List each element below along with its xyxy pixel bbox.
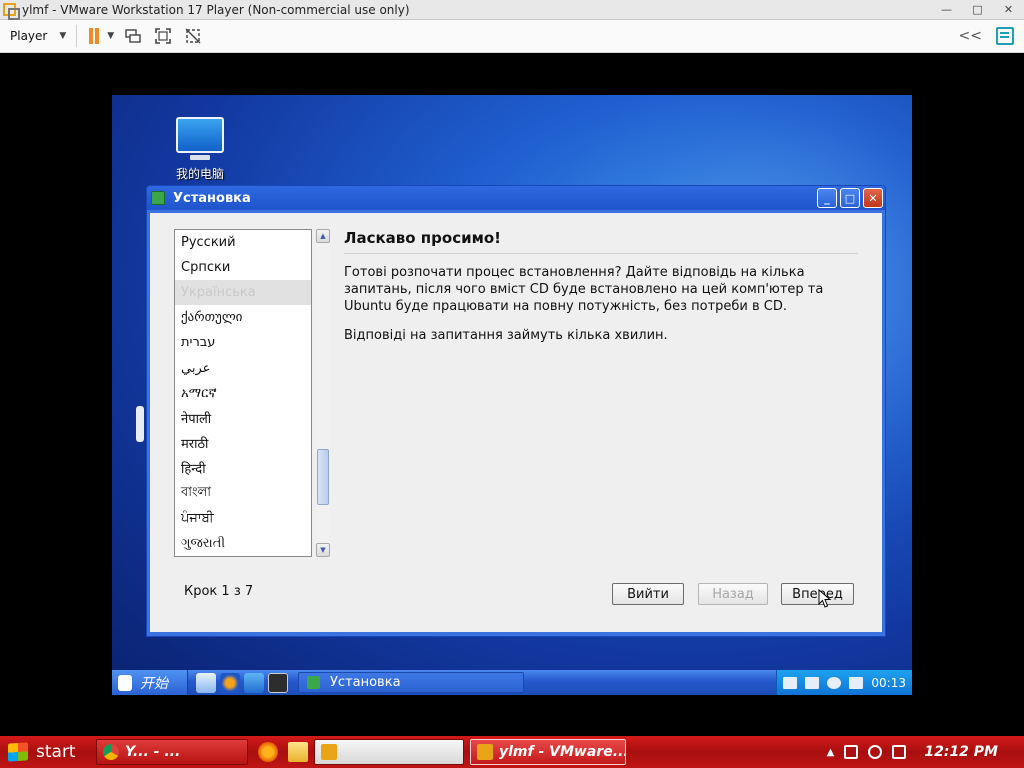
close-button[interactable]: ✕	[993, 1, 1024, 19]
fullscreen-icon[interactable]	[152, 25, 174, 47]
exit-button[interactable]: Вийти	[612, 583, 684, 605]
scroll-thumb[interactable]	[317, 449, 329, 505]
installer-close-button[interactable]: ✕	[863, 188, 883, 208]
language-list-item[interactable]: বাংলা	[175, 481, 311, 506]
welcome-text: Готові розпочати процес встановлення? Да…	[344, 265, 824, 314]
language-list-item[interactable]: ਪੰਜਾਬੀ	[175, 506, 311, 531]
unity-mode-icon[interactable]	[182, 25, 204, 47]
host-task-vmware-blurred[interactable]	[314, 739, 464, 765]
language-list[interactable]: Русский Српски Українська ქართული עברית عربي አ…	[174, 229, 312, 557]
desktop-icon-my-computer[interactable]: 我的电脑	[170, 117, 230, 182]
installer-task-icon	[307, 676, 320, 689]
language-list-item[interactable]: Українська	[175, 280, 311, 306]
power-menu-chevron-icon[interactable]: ▼	[107, 31, 114, 41]
vmware-window-title: ylmf - VMware Workstation 17 Player (Non…	[22, 2, 410, 17]
guest-start-button[interactable]: 开始	[112, 670, 188, 695]
language-list-item[interactable]: ગુજરાતી	[175, 531, 311, 556]
computer-icon	[176, 117, 224, 160]
player-menu[interactable]: Player ▼	[10, 29, 66, 43]
host-start-button[interactable]: start	[0, 736, 90, 768]
volume-icon[interactable]	[827, 676, 842, 689]
notification-icon[interactable]	[892, 745, 907, 759]
chevron-down-icon: ▼	[59, 31, 67, 41]
language-list-item[interactable]: Српски	[175, 255, 311, 280]
guest-taskbar: 开始 Установка 00:13	[112, 670, 912, 695]
language-list-item[interactable]: عربي	[175, 355, 311, 380]
network-icon[interactable]	[783, 676, 798, 689]
installer-maximize-button[interactable]: □	[840, 188, 860, 208]
host-task-vmware[interactable]: ylmf - VMware...	[470, 739, 626, 765]
vmware-active-task-icon	[477, 744, 493, 760]
network-tray-icon[interactable]	[844, 745, 859, 759]
host-system-tray: ▲ 12:12 PM	[827, 744, 998, 760]
speaker-icon[interactable]	[868, 745, 883, 759]
tray-expand-icon[interactable]: ▲	[827, 747, 835, 758]
vmware-logo-icon	[2, 2, 20, 20]
mouse-cursor-icon	[818, 589, 832, 608]
installer-title: Установка	[173, 190, 251, 206]
language-list-scrollbar[interactable]: ▲ ▼	[316, 229, 330, 557]
minimize-button[interactable]: —	[931, 1, 962, 19]
welcome-panel: Ласкаво просимо! Готові розпочати процес…	[344, 229, 858, 344]
windows-flag-icon	[8, 743, 28, 761]
guest-task-label: Установка	[330, 675, 401, 690]
pause-icon[interactable]	[87, 28, 101, 44]
mail-icon[interactable]	[849, 676, 864, 689]
language-list-item[interactable]: Русский	[175, 230, 311, 255]
host-task-vmware-label: ylmf - VMware...	[499, 744, 626, 760]
vmware-titlebar: ylmf - VMware Workstation 17 Player (Non…	[0, 0, 1024, 20]
browser-quicklaunch-icon[interactable]	[196, 672, 216, 693]
host-task-chrome[interactable]: Y... - ...	[96, 739, 248, 765]
firefox-pinned-icon[interactable]	[258, 742, 278, 762]
language-list-item[interactable]: मराठी	[175, 431, 311, 456]
installer-titlebar[interactable]: Установка _ □ ✕	[147, 186, 885, 210]
host-taskbar: start Y... - ... ylmf - VMware... ▲ 12:1…	[0, 736, 1024, 768]
show-desktop-icon[interactable]	[244, 672, 264, 693]
guest-clock: 00:13	[871, 675, 906, 690]
scroll-up-arrow-icon[interactable]: ▲	[316, 229, 330, 243]
installer-body: Русский Српски Українська ქართული עברית عربي አ…	[150, 213, 882, 632]
guest-start-label: 开始	[140, 675, 168, 692]
guest-system-tray: 00:13	[776, 670, 912, 695]
step-indicator: Крок 1 з 7	[184, 584, 254, 599]
send-ctrl-alt-del-icon[interactable]	[122, 25, 144, 47]
firefox-icon[interactable]	[220, 672, 240, 693]
guest-task-installer[interactable]: Установка	[298, 672, 524, 693]
collapse-toolbar-button[interactable]: <<	[959, 28, 982, 44]
chrome-icon	[103, 744, 119, 760]
display-icon[interactable]	[805, 676, 820, 689]
language-list-item[interactable]: नेपाली	[175, 406, 311, 431]
terminal-icon[interactable]	[268, 672, 288, 693]
maximize-button[interactable]: □	[962, 1, 993, 19]
quick-launch	[196, 672, 288, 693]
welcome-heading: Ласкаво просимо!	[344, 229, 858, 254]
start-logo-icon	[118, 674, 132, 691]
installer-minimize-button[interactable]: _	[817, 188, 837, 208]
toolbar-divider	[76, 25, 78, 47]
host-clock: 12:12 PM	[924, 744, 998, 760]
scroll-down-arrow-icon[interactable]: ▼	[316, 543, 330, 557]
scroll-track[interactable]	[316, 243, 330, 543]
guest-desktop[interactable]: 我的电脑 Установка _ □ ✕ Русский Српски Україн…	[112, 95, 912, 695]
vmware-task-icon	[321, 744, 337, 760]
welcome-note: Відповіді на запитання займуть кілька хв…	[344, 328, 668, 343]
language-list-item[interactable]: עברית	[175, 330, 311, 355]
language-list-item[interactable]: ქართული	[175, 305, 311, 330]
desktop-icon-label: 我的电脑	[175, 167, 224, 181]
language-list-item[interactable]: हिन्दी	[175, 456, 311, 481]
vmware-toolbar: Player ▼ ▼ <<	[0, 20, 1024, 53]
installer-window: Установка _ □ ✕ Русский Српски Українська ქ…	[146, 185, 886, 637]
language-list-item[interactable]: አማርኛ	[175, 381, 311, 406]
host-task-chrome-label: Y... - ...	[125, 744, 181, 760]
player-menu-label: Player	[10, 29, 48, 43]
host-start-label: start	[36, 742, 76, 762]
side-handle[interactable]	[136, 406, 144, 442]
notes-icon[interactable]	[996, 27, 1014, 45]
installer-app-icon	[151, 191, 165, 205]
folder-pinned-icon[interactable]	[288, 742, 308, 762]
back-button[interactable]: Назад	[698, 583, 768, 605]
